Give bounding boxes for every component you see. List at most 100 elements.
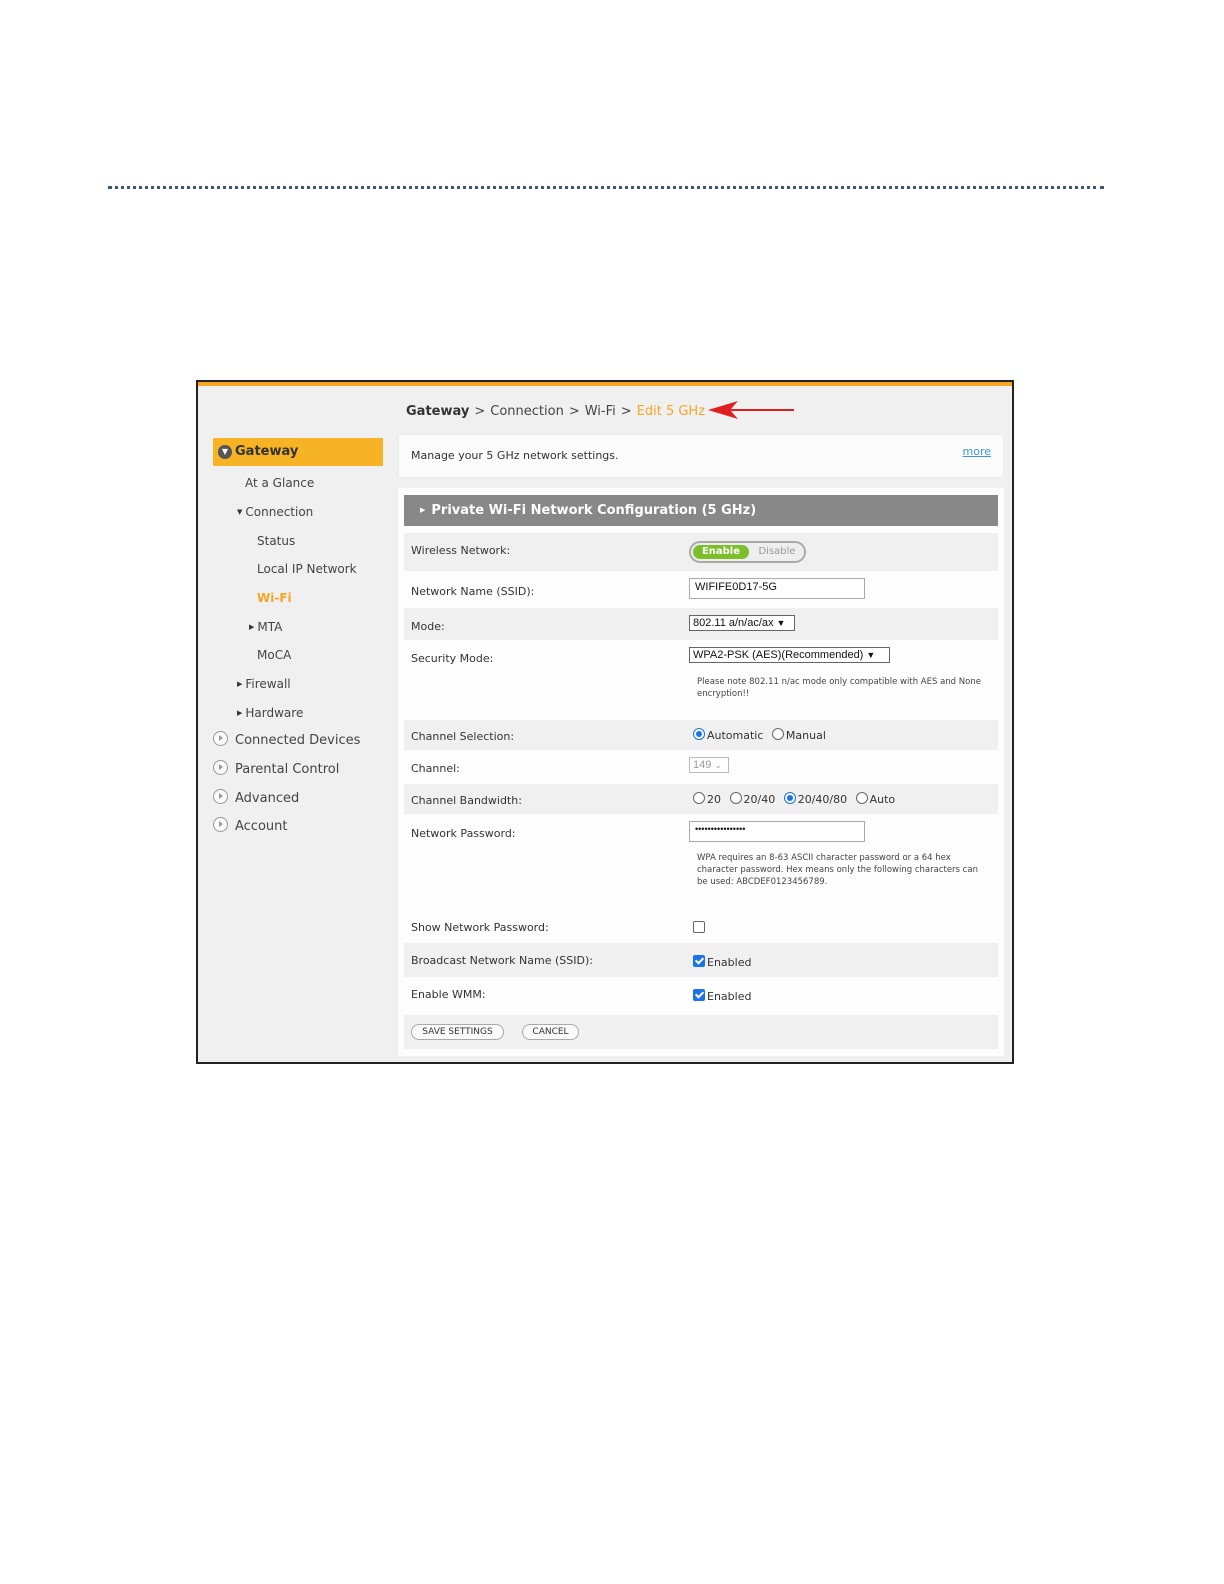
radio-automatic[interactable]: Automatic (693, 728, 763, 742)
row-network-name: Network Name (SSID): WIFIFE0D17-5G (404, 571, 998, 608)
mode-label: Mode: (411, 620, 445, 633)
broadcast-ssid-checkbox-wrap: Enabled (693, 955, 751, 969)
circle-play-icon (213, 760, 228, 775)
sidebar-item-mta[interactable]: ▶ MTA (249, 620, 282, 634)
row-show-password: Show Network Password: (404, 909, 998, 943)
radio-bw-20-40-80[interactable]: 20/40/80 (783, 792, 847, 806)
security-mode-value: WPA2-PSK (AES)(Recommended) (693, 649, 864, 661)
security-note: Please note 802.11 n/ac mode only compat… (697, 677, 981, 699)
sidebar-item-gateway[interactable]: ▼ Gateway (213, 438, 383, 466)
sidebar-item-connected-devices[interactable]: Connected Devices (213, 731, 360, 748)
radio-bw-20[interactable]: 20 (693, 792, 721, 806)
router-admin-screenshot: Gateway > Connection > Wi-Fi > Edit 5 GHz ▼ Ga… (196, 380, 1014, 1064)
page-divider (108, 186, 1104, 189)
wifi-config-panel: ▶ Private Wi-Fi Network Configuration (5 … (398, 488, 1004, 1056)
chevron-down-icon: ⌄ (714, 760, 722, 770)
radio-button[interactable] (693, 792, 705, 804)
radio-label: Manual (785, 729, 826, 742)
radio-button[interactable] (693, 728, 705, 740)
security-mode-select[interactable]: WPA2-PSK (AES)(Recommended) ▼ (689, 647, 890, 663)
radio-button[interactable] (855, 792, 868, 804)
breadcrumb-separator: > (620, 404, 632, 419)
sidebar-item-label: Local IP Network (257, 562, 357, 576)
radio-button[interactable] (729, 792, 742, 804)
radio-manual[interactable]: Manual (771, 728, 826, 742)
radio-button[interactable] (771, 728, 784, 740)
show-password-checkbox[interactable] (693, 921, 705, 933)
sidebar-item-advanced[interactable]: Advanced (213, 789, 299, 806)
row-mode: Mode: 802.11 a/n/ac/ax ▼ (404, 608, 998, 640)
breadcrumb-separator: > (474, 404, 486, 419)
sidebar-item-label: Connected Devices (235, 733, 361, 748)
bandwidth-radios: 20 20/40 20/40/80 Auto (693, 792, 900, 806)
row-wireless-network: Wireless Network: Enable Disable (404, 533, 998, 571)
row-channel-selection: Channel Selection: Automatic Manual (404, 720, 998, 750)
intro-box: Manage your 5 GHz network settings. more (398, 434, 1004, 478)
breadcrumb-wifi[interactable]: Wi-Fi (585, 404, 616, 419)
channel-select-value: 149 (693, 759, 712, 771)
circle-play-icon (213, 789, 228, 804)
security-mode-label: Security Mode: (411, 652, 494, 665)
chevron-down-icon: ▼ (776, 618, 786, 628)
wmm-checkbox-wrap: Enabled (693, 989, 751, 1003)
radio-button[interactable] (783, 792, 796, 804)
channel-select[interactable]: 149 ⌄ (689, 757, 729, 773)
radio-bw-20-40[interactable]: 20/40 (729, 792, 776, 806)
sidebar-item-moca[interactable]: MoCA (257, 648, 291, 662)
sidebar-item-label: Hardware (245, 706, 304, 720)
circle-play-icon (213, 817, 228, 832)
mode-select-value: 802.11 a/n/ac/ax (693, 617, 774, 629)
row-actions: SAVE SETTINGS CANCEL (404, 1015, 998, 1049)
disable-option[interactable]: Disable (751, 545, 803, 559)
sidebar-item-label: Status (257, 534, 296, 548)
network-name-label: Network Name (SSID): (411, 585, 535, 598)
sidebar-item-parental-control[interactable]: Parental Control (213, 760, 339, 777)
enable-option[interactable]: Enable (693, 545, 749, 559)
triangle-right-icon: ▶ (237, 680, 243, 688)
sidebar-item-connection[interactable]: ▼ Connection (237, 505, 313, 519)
mode-select[interactable]: 802.11 a/n/ac/ax ▼ (689, 615, 795, 631)
intro-text: Manage your 5 GHz network settings. (411, 449, 619, 462)
breadcrumb-connection[interactable]: Connection (490, 404, 564, 419)
radio-label: 20/40 (743, 793, 776, 806)
cancel-button[interactable]: CANCEL (522, 1024, 579, 1040)
row-channel: Channel: 149 ⌄ (404, 750, 998, 784)
sidebar-item-label: Wi-Fi (257, 591, 292, 605)
breadcrumb-current: Edit 5 GHz (636, 404, 706, 419)
panel-title: ▶ Private Wi-Fi Network Configuration (5 … (404, 495, 998, 526)
broadcast-ssid-checkbox[interactable] (693, 955, 705, 967)
more-link[interactable]: more (963, 445, 992, 458)
panel-title-text: Private Wi-Fi Network Configuration (5 G… (431, 503, 757, 518)
sidebar-item-status[interactable]: Status (257, 534, 295, 548)
breadcrumb-separator: > (568, 404, 580, 419)
password-input[interactable]: •••••••••••••••• (689, 821, 865, 842)
checkbox-text: Enabled (707, 990, 752, 1003)
password-note: WPA requires an 8-63 ASCII character pas… (697, 853, 978, 887)
sidebar-item-at-a-glance[interactable]: At a Glance (245, 476, 314, 490)
sidebar-item-label: Gateway (235, 444, 299, 459)
sidebar-item-account[interactable]: Account (213, 817, 288, 834)
sidebar-item-wifi[interactable]: Wi-Fi (257, 591, 292, 605)
breadcrumb-root[interactable]: Gateway (406, 404, 469, 419)
enable-wmm-label: Enable WMM: (411, 988, 486, 1001)
top-accent-bar (198, 382, 1012, 386)
row-security-mode: Security Mode: WPA2-PSK (AES)(Recommende… (404, 640, 998, 720)
ssid-input[interactable]: WIFIFE0D17-5G (689, 578, 865, 599)
sidebar-item-firewall[interactable]: ▶ Firewall (237, 677, 291, 691)
triangle-down-icon: ▼ (237, 508, 243, 516)
radio-label: Auto (869, 793, 896, 806)
sidebar-item-local-ip-network[interactable]: Local IP Network (257, 562, 357, 576)
show-password-label: Show Network Password: (411, 921, 549, 934)
save-settings-button[interactable]: SAVE SETTINGS (411, 1024, 504, 1040)
radio-bw-auto[interactable]: Auto (855, 792, 896, 806)
triangle-right-icon: ▶ (249, 623, 255, 631)
row-enable-wmm: Enable WMM: Enabled (404, 977, 998, 1011)
sidebar: ▼ Gateway At a Glance ▼ Connection Status… (213, 438, 383, 834)
wmm-checkbox[interactable] (693, 989, 705, 1001)
sidebar-item-label: Parental Control (235, 762, 340, 777)
sidebar-item-label: Advanced (235, 791, 300, 806)
wireless-enable-toggle[interactable]: Enable Disable (689, 541, 806, 563)
sidebar-item-hardware[interactable]: ▶ Hardware (237, 706, 303, 720)
triangle-right-icon: ▶ (420, 506, 426, 514)
row-network-password: Network Password: •••••••••••••••• WPA r… (404, 814, 998, 909)
